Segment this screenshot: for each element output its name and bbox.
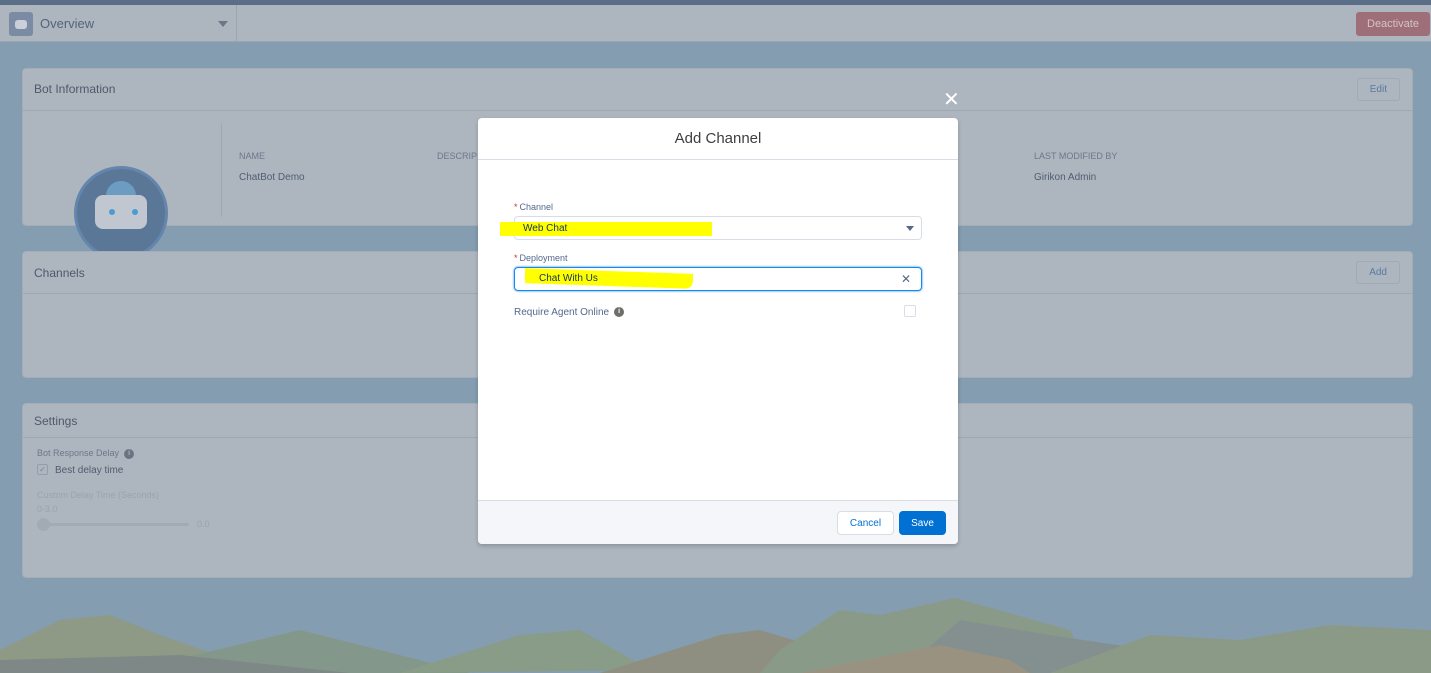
- info-icon[interactable]: i: [614, 307, 625, 318]
- modal-title: Add Channel: [478, 118, 958, 160]
- slider-value: 0.0: [197, 519, 210, 529]
- channel-value: Web Chat: [523, 223, 568, 234]
- deployment-label: * Deployment: [514, 253, 568, 263]
- divider: [236, 5, 237, 42]
- name-label: NAME: [239, 151, 266, 161]
- bot-eye: [109, 209, 115, 215]
- best-delay-checkbox[interactable]: ✓: [37, 464, 48, 475]
- cancel-button[interactable]: Cancel: [837, 511, 894, 535]
- add-channel-modal: Add Channel * Channel Web Chat * Deploymen…: [478, 118, 958, 544]
- save-button[interactable]: Save: [899, 511, 946, 535]
- range-label: 0-3.0: [37, 504, 58, 514]
- modal-footer: Cancel Save: [478, 500, 958, 544]
- overview-dropdown-label[interactable]: Overview: [40, 16, 94, 31]
- best-delay-label: Best delay time: [55, 465, 124, 476]
- delay-slider-track[interactable]: [37, 523, 189, 526]
- bot-icon: [9, 12, 33, 36]
- last-modified-label: LAST MODIFIED BY: [1034, 151, 1118, 161]
- bot-head: [95, 195, 147, 229]
- bot-eye: [132, 209, 138, 215]
- require-agent-checkbox[interactable]: [904, 305, 916, 317]
- chevron-down-icon[interactable]: [906, 226, 914, 231]
- deployment-value: Chat With Us: [539, 273, 598, 284]
- deactivate-button[interactable]: Deactivate: [1356, 12, 1430, 36]
- bot-avatar: [74, 166, 168, 260]
- channel-label: * Channel: [514, 202, 554, 212]
- info-icon[interactable]: i: [124, 448, 135, 459]
- card-title: Channels: [34, 266, 85, 280]
- card-title: Settings: [34, 414, 78, 428]
- card-title: Bot Information: [34, 82, 116, 96]
- mountain-background: [0, 598, 1431, 673]
- divider: [221, 123, 222, 217]
- last-modified-value: Girikon Admin: [1034, 172, 1097, 183]
- delay-slider-handle[interactable]: [37, 518, 50, 531]
- edit-button[interactable]: Edit: [1356, 78, 1400, 101]
- add-channel-button[interactable]: Add: [1356, 261, 1400, 284]
- close-modal-button[interactable]: ✕: [943, 89, 960, 109]
- description-label: DESCRIP: [437, 151, 478, 161]
- chevron-down-icon[interactable]: [218, 21, 228, 27]
- name-value: ChatBot Demo: [239, 172, 305, 183]
- custom-delay-label: Custom Delay Time (Seconds): [37, 490, 160, 500]
- require-agent-label: Require Agent Online i: [514, 307, 625, 318]
- delay-label: Bot Response Delay i: [37, 448, 135, 459]
- page-header: Overview Deactivate: [0, 5, 1431, 42]
- clear-selection-icon[interactable]: ✕: [901, 272, 911, 286]
